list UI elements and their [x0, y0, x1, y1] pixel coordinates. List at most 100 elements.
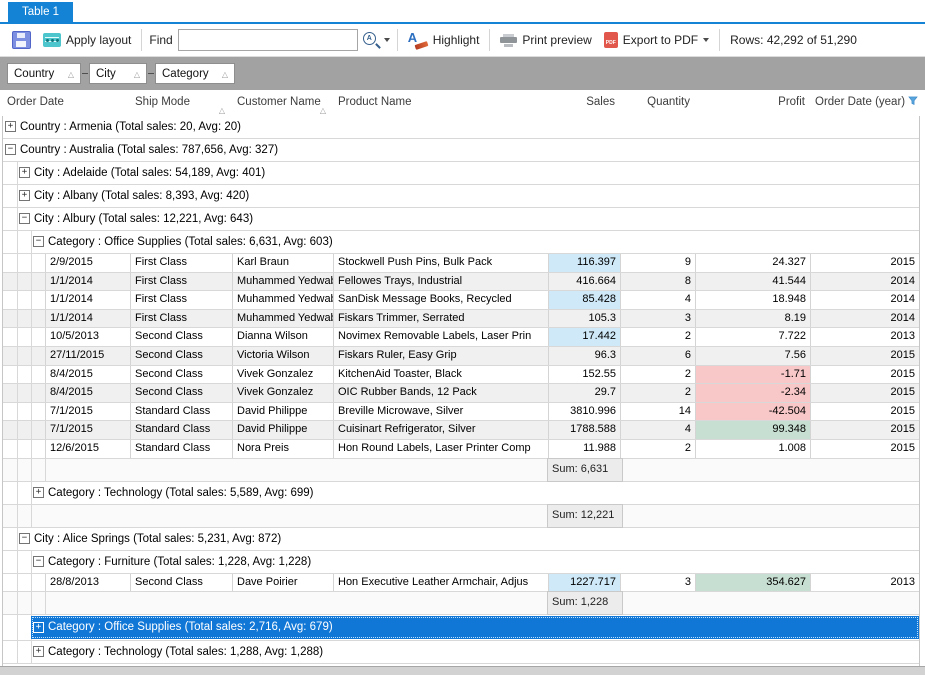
cell-profit[interactable]: 18.948 — [696, 291, 811, 309]
cell-profit[interactable]: -42.504 — [696, 403, 811, 421]
expand-icon[interactable]: + — [19, 190, 30, 201]
expand-icon[interactable]: + — [5, 121, 16, 132]
cell-product-name[interactable]: OIC Rubber Bands, 12 Pack — [334, 384, 549, 402]
cell-order-year[interactable]: 2015 — [811, 421, 920, 439]
cell-profit[interactable]: -2.34 — [696, 384, 811, 402]
cell-order-date[interactable]: 2/9/2015 — [45, 254, 131, 272]
cell-order-date[interactable]: 1/1/2014 — [45, 291, 131, 309]
tab-table-1[interactable]: Table 1 — [8, 2, 73, 22]
cell-order-year[interactable]: 2013 — [811, 328, 920, 346]
column-header-order-year[interactable]: Order Date (year) — [810, 90, 919, 116]
expand-icon[interactable]: + — [33, 646, 44, 657]
data-row[interactable]: 7/1/2015Standard ClassDavid PhilippeBrev… — [3, 403, 919, 422]
find-input[interactable] — [178, 29, 358, 51]
save-button[interactable] — [6, 28, 37, 52]
cell-quantity[interactable]: 2 — [621, 328, 696, 346]
expand-icon[interactable]: + — [19, 167, 30, 178]
cell-sales[interactable]: 1227.717 — [549, 574, 621, 592]
cell-quantity[interactable]: 3 — [621, 310, 696, 328]
cell-profit[interactable]: 8.19 — [696, 310, 811, 328]
highlight-button[interactable]: Highlight — [402, 30, 486, 51]
cell-ship-mode[interactable]: First Class — [131, 310, 233, 328]
group-row[interactable]: +Category : Technology (Total sales: 1,2… — [3, 641, 919, 664]
cell-sales[interactable]: 416.664 — [549, 273, 621, 291]
cell-quantity[interactable]: 6 — [621, 347, 696, 365]
cell-quantity[interactable]: 3 — [621, 574, 696, 592]
cell-sales[interactable]: 85.428 — [549, 291, 621, 309]
cell-ship-mode[interactable]: Standard Class — [131, 403, 233, 421]
cell-product-name[interactable]: KitchenAid Toaster, Black — [334, 366, 549, 384]
cell-customer-name[interactable]: Dianna Wilson — [233, 328, 334, 346]
cell-customer-name[interactable]: David Philippe — [233, 403, 334, 421]
cell-profit[interactable]: 99.348 — [696, 421, 811, 439]
cell-order-year[interactable]: 2015 — [811, 366, 920, 384]
cell-profit[interactable]: 354.627 — [696, 574, 811, 592]
cell-customer-name[interactable]: Karl Braun — [233, 254, 334, 272]
cell-quantity[interactable]: 9 — [621, 254, 696, 272]
group-field-category[interactable]: Category — [155, 63, 235, 84]
print-preview-button[interactable]: Print preview — [494, 30, 597, 50]
group-row[interactable]: +Country : Armenia (Total sales: 20, Avg… — [3, 116, 919, 139]
cell-customer-name[interactable]: Muhammed Yedwab — [233, 310, 334, 328]
column-header-quantity[interactable]: Quantity — [620, 90, 695, 116]
cell-order-year[interactable]: 2015 — [811, 384, 920, 402]
cell-product-name[interactable]: SanDisk Message Books, Recycled — [334, 291, 549, 309]
cell-customer-name[interactable]: Victoria Wilson — [233, 347, 334, 365]
data-row[interactable]: 10/5/2013Second ClassDianna WilsonNovime… — [3, 328, 919, 347]
cell-ship-mode[interactable]: Standard Class — [131, 440, 233, 458]
column-header-sales[interactable]: Sales — [548, 90, 620, 116]
collapse-icon[interactable]: − — [33, 236, 44, 247]
cell-order-date[interactable]: 8/4/2015 — [45, 384, 131, 402]
cell-order-date[interactable]: 28/8/2013 — [45, 574, 131, 592]
cell-order-date[interactable]: 10/5/2013 — [45, 328, 131, 346]
group-row[interactable]: +Category : Technology (Total sales: 5,5… — [3, 482, 919, 505]
cell-quantity[interactable]: 4 — [621, 421, 696, 439]
group-row[interactable]: −City : Alice Springs (Total sales: 5,23… — [3, 528, 919, 551]
collapse-icon[interactable]: − — [19, 213, 30, 224]
expand-icon[interactable]: + — [33, 487, 44, 498]
data-row[interactable]: 8/4/2015Second ClassVivek GonzalezKitche… — [3, 366, 919, 385]
cell-quantity[interactable]: 14 — [621, 403, 696, 421]
cell-customer-name[interactable]: Dave Poirier — [233, 574, 334, 592]
cell-order-date[interactable]: 1/1/2014 — [45, 310, 131, 328]
data-row[interactable]: 1/1/2014First ClassMuhammed YedwabFellow… — [3, 273, 919, 292]
cell-ship-mode[interactable]: Second Class — [131, 384, 233, 402]
cell-customer-name[interactable]: Vivek Gonzalez — [233, 366, 334, 384]
cell-ship-mode[interactable]: Second Class — [131, 574, 233, 592]
cell-order-year[interactable]: 2015 — [811, 403, 920, 421]
cell-ship-mode[interactable]: First Class — [131, 273, 233, 291]
cell-profit[interactable]: 24.327 — [696, 254, 811, 272]
cell-order-year[interactable]: 2015 — [811, 254, 920, 272]
cell-customer-name[interactable]: Vivek Gonzalez — [233, 384, 334, 402]
cell-customer-name[interactable]: David Philippe — [233, 421, 334, 439]
column-header-customer-name[interactable]: Customer Name — [232, 90, 333, 116]
data-row[interactable]: 7/1/2015Standard ClassDavid PhilippeCuis… — [3, 421, 919, 440]
cell-sales[interactable]: 29.7 — [549, 384, 621, 402]
cell-product-name[interactable]: Fiskars Ruler, Easy Grip — [334, 347, 549, 365]
cell-profit[interactable]: 7.56 — [696, 347, 811, 365]
data-row[interactable]: 1/1/2014First ClassMuhammed YedwabFiskar… — [3, 310, 919, 329]
cell-sales[interactable]: 11.988 — [549, 440, 621, 458]
cell-customer-name[interactable]: Muhammed Yedwab — [233, 291, 334, 309]
cell-ship-mode[interactable]: Second Class — [131, 347, 233, 365]
cell-sales[interactable]: 96.3 — [549, 347, 621, 365]
cell-profit[interactable]: -1.71 — [696, 366, 811, 384]
cell-order-year[interactable]: 2014 — [811, 273, 920, 291]
cell-ship-mode[interactable]: First Class — [131, 291, 233, 309]
cell-order-year[interactable]: 2013 — [811, 574, 920, 592]
group-row[interactable]: −Country : Australia (Total sales: 787,6… — [3, 139, 919, 162]
data-row[interactable]: 8/4/2015Second ClassVivek GonzalezOIC Ru… — [3, 384, 919, 403]
cell-ship-mode[interactable]: First Class — [131, 254, 233, 272]
cell-product-name[interactable]: Novimex Removable Labels, Laser Prin — [334, 328, 549, 346]
cell-order-date[interactable]: 12/6/2015 — [45, 440, 131, 458]
cell-quantity[interactable]: 2 — [621, 384, 696, 402]
cell-order-year[interactable]: 2014 — [811, 310, 920, 328]
group-row[interactable]: −Category : Furniture (Total sales: 1,22… — [3, 551, 919, 574]
cell-ship-mode[interactable]: Standard Class — [131, 421, 233, 439]
group-field-city[interactable]: City — [89, 63, 147, 84]
cell-order-year[interactable]: 2014 — [811, 291, 920, 309]
cell-quantity[interactable]: 4 — [621, 291, 696, 309]
cell-order-year[interactable]: 2015 — [811, 347, 920, 365]
cell-product-name[interactable]: Breville Microwave, Silver — [334, 403, 549, 421]
filter-icon[interactable] — [908, 96, 918, 106]
